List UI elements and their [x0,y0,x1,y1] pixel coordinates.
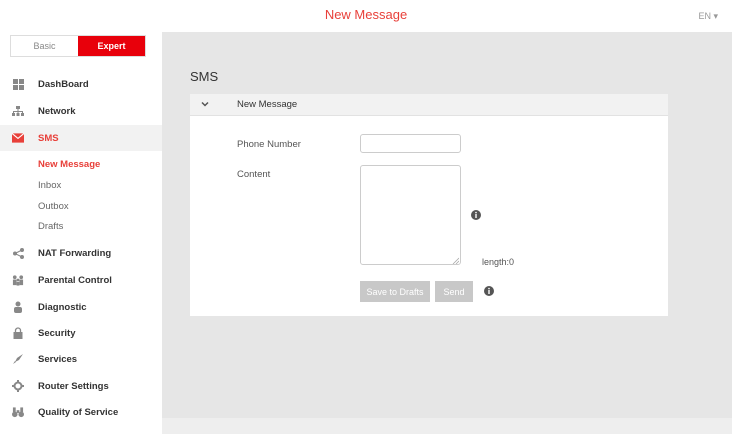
sidebar-item-nat-forwarding[interactable]: NAT Forwarding [0,240,162,266]
main-content: SMS New Message Phone Number Content len… [162,32,732,434]
info-icon[interactable] [484,286,494,296]
network-icon [12,105,24,117]
sidebar-item-label: NAT Forwarding [38,247,112,259]
top-bar: New Message EN ▾ [0,0,732,32]
gear-icon [12,380,24,392]
binoculars-icon [12,406,24,418]
sidebar-item-quality-of-service[interactable]: Quality of Service [0,399,162,425]
save-to-drafts-button[interactable]: Save to Drafts [360,281,430,302]
sidebar-item-diagnostic[interactable]: Diagnostic [0,294,162,320]
sidebar-item-label: Network [38,105,76,117]
language-selector[interactable]: EN ▾ [698,11,718,22]
sidebar-subitem-drafts[interactable]: Drafts [38,221,63,232]
sidebar-item-parental-control[interactable]: Parental Control [0,267,162,293]
sidebar-subitem-inbox[interactable]: Inbox [38,180,61,191]
panel-header[interactable]: New Message [190,94,668,116]
sidebar-item-label: DashBoard [38,78,89,90]
diagnostic-icon [12,301,24,313]
sidebar-item-label: Diagnostic [38,301,87,313]
sidebar-item-label: SMS [38,132,59,144]
footer-band [162,418,732,434]
content-textarea[interactable] [360,165,461,265]
sidebar-item-label: Router Settings [38,380,109,392]
info-icon[interactable] [471,210,481,220]
chevron-down-icon [200,99,210,109]
section-title: SMS [190,69,219,84]
sidebar-item-dashboard[interactable]: DashBoard [0,71,162,97]
sidebar-subitem-outbox[interactable]: Outbox [38,201,69,212]
sidebar: Basic Expert DashBoard Network SMS New M… [0,32,162,434]
rocket-icon [12,353,24,365]
family-icon [12,274,24,286]
content-label: Content [237,169,271,180]
phone-number-label: Phone Number [237,139,301,150]
send-button[interactable]: Send [435,281,473,302]
page-title: New Message [324,7,408,22]
dashboard-icon [12,78,24,90]
sidebar-item-label: Parental Control [38,274,112,286]
sidebar-item-router-settings[interactable]: Router Settings [0,373,162,399]
new-message-panel: New Message Phone Number Content length:… [190,94,668,316]
sidebar-item-security[interactable]: Security [0,320,162,346]
sidebar-subitem-new-message[interactable]: New Message [38,159,100,170]
share-icon [12,247,24,259]
basic-mode-button[interactable]: Basic [11,36,78,56]
resize-grip-icon[interactable] [452,256,460,265]
sidebar-item-label: Security [38,327,76,339]
envelope-icon [12,132,24,144]
sidebar-item-sms[interactable]: SMS [0,125,162,151]
panel-title: New Message [237,99,298,110]
sidebar-item-label: Services [38,353,78,365]
sidebar-item-network[interactable]: Network [0,98,162,124]
lock-icon [12,327,24,339]
sidebar-item-label: Quality of Service [38,406,119,418]
length-counter: length:0 [482,257,515,267]
sidebar-item-services[interactable]: Services [0,346,162,372]
mode-toggle: Basic Expert [10,35,146,57]
phone-number-input[interactable] [360,134,461,153]
expert-mode-button[interactable]: Expert [78,36,145,56]
